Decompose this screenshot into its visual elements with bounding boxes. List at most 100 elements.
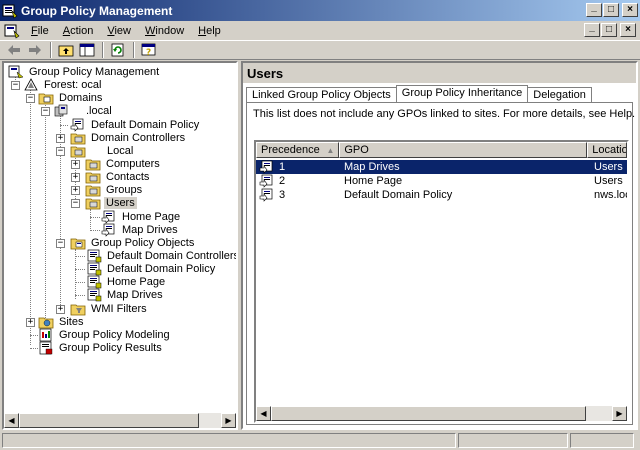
tree-gpo-home-page[interactable]: Home Page bbox=[86, 275, 167, 289]
column-header-location[interactable]: Location bbox=[587, 142, 627, 158]
tree-label: Users bbox=[104, 197, 137, 209]
tree-users-home-page-link[interactable]: Home Page bbox=[101, 210, 182, 224]
sort-ascending-icon: ▲ bbox=[326, 146, 335, 155]
scroll-track[interactable] bbox=[271, 406, 612, 421]
gpo-link-icon bbox=[70, 118, 84, 132]
scroll-right-button[interactable]: ▶ bbox=[612, 406, 627, 421]
expand-toggle[interactable]: + bbox=[26, 318, 35, 327]
status-panel-tertiary bbox=[570, 433, 634, 448]
menu-action[interactable]: Action bbox=[56, 25, 101, 37]
details-pane: Users Linked Group Policy Objects Group … bbox=[241, 61, 638, 430]
help-button[interactable]: ? bbox=[139, 41, 159, 59]
column-header-gpo[interactable]: GPO bbox=[339, 142, 588, 158]
gpmc-window: Group Policy Management _ □ × File Actio… bbox=[0, 0, 640, 450]
menu-view[interactable]: View bbox=[100, 25, 138, 37]
collapse-toggle[interactable]: − bbox=[26, 94, 35, 103]
wmi-folder-icon bbox=[70, 304, 86, 316]
tree-root-gpmc[interactable]: Group Policy Management bbox=[8, 65, 161, 79]
scroll-thumb[interactable] bbox=[271, 406, 586, 421]
tab-gp-inheritance[interactable]: Group Policy Inheritance bbox=[395, 85, 529, 103]
tree-sites[interactable]: Sites bbox=[38, 315, 85, 329]
sites-folder-icon bbox=[38, 317, 54, 329]
menu-window[interactable]: Window bbox=[138, 25, 191, 37]
minimize-button[interactable]: _ bbox=[586, 3, 602, 17]
tree-users-map-drives-link[interactable]: Map Drives bbox=[101, 223, 180, 237]
tree-ou-contacts[interactable]: Contacts bbox=[85, 170, 151, 184]
collapse-toggle[interactable]: − bbox=[56, 147, 65, 156]
list-row[interactable]: 1 Map Drives Users bbox=[256, 160, 627, 174]
console-tree-pane[interactable]: Group Policy Management − Forest: ocal −… bbox=[2, 61, 238, 430]
ou-folder-icon bbox=[85, 185, 101, 197]
child-restore-icon: □ bbox=[605, 24, 613, 35]
tab-linked-gpos[interactable]: Linked Group Policy Objects bbox=[246, 87, 397, 103]
tree-gp-results[interactable]: Group Policy Results bbox=[38, 341, 164, 355]
tree-ou-computers[interactable]: Computers bbox=[85, 157, 162, 171]
scroll-right-button[interactable]: ▶ bbox=[221, 413, 236, 428]
back-button[interactable] bbox=[4, 41, 24, 59]
maximize-button[interactable]: □ bbox=[603, 3, 619, 17]
column-header-precedence[interactable]: Precedence ▲ bbox=[256, 142, 340, 158]
scroll-track[interactable] bbox=[19, 413, 221, 428]
inheritance-list[interactable]: Precedence ▲ GPO Location 1 Map Drives U… bbox=[254, 140, 629, 423]
tab-delegation[interactable]: Delegation bbox=[527, 87, 592, 103]
child-restore-button[interactable]: □ bbox=[601, 23, 617, 37]
title-bar[interactable]: Group Policy Management _ □ × bbox=[0, 0, 640, 21]
details-body: Linked Group Policy Objects Group Policy… bbox=[243, 83, 636, 428]
tree-horizontal-scrollbar[interactable]: ◀ ▶ bbox=[4, 413, 236, 428]
expand-toggle[interactable]: + bbox=[71, 186, 80, 195]
expand-toggle[interactable]: + bbox=[71, 173, 80, 182]
expand-toggle[interactable]: + bbox=[56, 305, 65, 314]
cell-precedence: 3 bbox=[256, 188, 340, 202]
close-button[interactable]: × bbox=[622, 3, 638, 17]
tree-label: Group Policy Management bbox=[29, 66, 160, 78]
tree-wmi-filters[interactable]: WMI Filters bbox=[70, 302, 149, 316]
collapse-toggle[interactable]: − bbox=[41, 107, 50, 116]
tree-default-domain-policy-link[interactable]: Default Domain Policy bbox=[70, 118, 201, 132]
menu-help[interactable]: Help bbox=[191, 25, 228, 37]
up-one-level-button[interactable] bbox=[56, 41, 76, 59]
tree-gpo-default-dc-policy[interactable]: Default Domain Controllers Policy bbox=[86, 249, 236, 263]
tree-line bbox=[30, 335, 38, 336]
menu-file[interactable]: File bbox=[24, 25, 56, 37]
tree-label: Forest: ocal bbox=[44, 79, 102, 91]
refresh-button[interactable] bbox=[108, 41, 128, 59]
toolbar-separator bbox=[50, 42, 52, 58]
tree-ou-groups[interactable]: Groups bbox=[85, 183, 144, 197]
gpo-link-icon bbox=[259, 160, 273, 174]
tree-gpo-default-domain-policy[interactable]: Default Domain Policy bbox=[86, 262, 217, 276]
tree-gpo-map-drives[interactable]: Map Drives bbox=[86, 288, 165, 302]
menu-bar: File Action View Window Help _ □ × bbox=[0, 21, 640, 40]
svg-text:?: ? bbox=[146, 48, 151, 57]
console-icon[interactable] bbox=[4, 23, 20, 39]
scroll-thumb[interactable] bbox=[19, 413, 199, 428]
forward-button[interactable] bbox=[25, 41, 45, 59]
collapse-toggle[interactable]: − bbox=[11, 81, 20, 90]
tree-domain-controllers[interactable]: Domain Controllers bbox=[70, 131, 187, 145]
expand-toggle[interactable]: + bbox=[71, 160, 80, 169]
menu-file-accel: F bbox=[31, 24, 38, 37]
list-horizontal-scrollbar[interactable]: ◀ ▶ bbox=[256, 406, 627, 421]
child-minimize-button[interactable]: _ bbox=[584, 23, 600, 37]
tree-label: Home Page bbox=[122, 211, 181, 223]
scroll-left-button[interactable]: ◀ bbox=[256, 406, 271, 421]
tree-ou-local[interactable]: Local bbox=[70, 144, 135, 158]
show-hide-tree-button[interactable] bbox=[77, 41, 97, 59]
collapse-toggle[interactable]: − bbox=[56, 239, 65, 248]
collapse-toggle[interactable]: − bbox=[71, 199, 80, 208]
menu-view-label: iew bbox=[114, 24, 131, 37]
toolbar-separator bbox=[102, 42, 104, 58]
tree-group-policy-objects[interactable]: Group Policy Objects bbox=[70, 236, 196, 250]
list-row[interactable]: 3 Default Domain Policy nws.local bbox=[256, 188, 627, 202]
expand-toggle[interactable]: + bbox=[56, 134, 65, 143]
precedence-value: 2 bbox=[279, 175, 286, 187]
tree-forest[interactable]: Forest: ocal bbox=[23, 78, 103, 92]
child-close-button[interactable]: × bbox=[620, 23, 636, 37]
tree-domains[interactable]: Domains bbox=[38, 91, 104, 105]
scroll-right-icon: ▶ bbox=[616, 409, 623, 418]
tree-gp-modeling[interactable]: Group Policy Modeling bbox=[38, 328, 172, 342]
tree-ou-users[interactable]: Users bbox=[85, 196, 137, 210]
tree-domain[interactable]: .local bbox=[53, 104, 114, 118]
scroll-left-button[interactable]: ◀ bbox=[4, 413, 19, 428]
list-row[interactable]: 2 Home Page Users bbox=[256, 174, 627, 188]
toolbar-separator bbox=[133, 42, 135, 58]
